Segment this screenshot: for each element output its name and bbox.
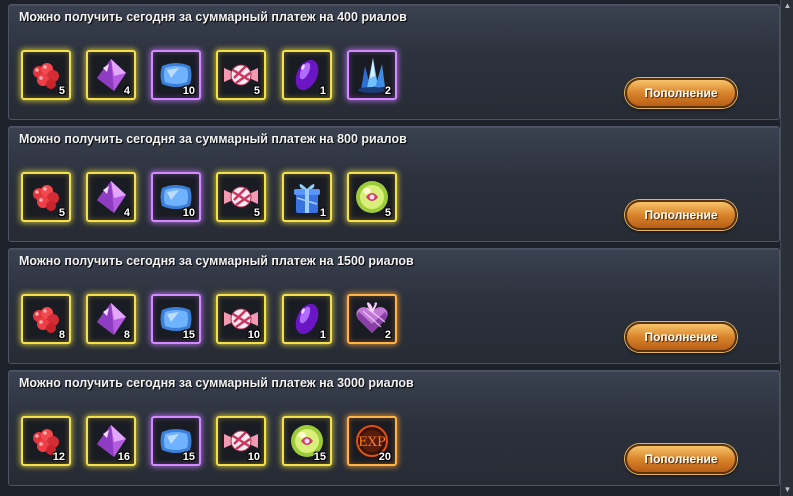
- item-quantity: 12: [52, 451, 65, 463]
- reward-tier: Можно получить сегодня за суммарный плат…: [8, 126, 780, 242]
- item-quantity: 15: [182, 451, 195, 463]
- reward-item-slot[interactable]: 8: [21, 294, 71, 344]
- top-up-button[interactable]: Пополнение: [625, 322, 737, 352]
- tier-title: Можно получить сегодня за суммарный плат…: [19, 254, 414, 268]
- reward-item-slot[interactable]: 1: [282, 50, 332, 100]
- item-quantity: 4: [123, 207, 130, 219]
- tier-title: Можно получить сегодня за суммарный плат…: [19, 10, 407, 24]
- exp-label: EXP: [358, 435, 386, 450]
- reward-item-slot[interactable]: 15: [151, 416, 201, 466]
- item-quantity: 4: [123, 85, 130, 97]
- item-quantity: 10: [182, 207, 195, 219]
- item-quantity: 2: [384, 85, 391, 97]
- item-quantity: 8: [123, 329, 130, 341]
- reward-item-slot[interactable]: 10: [216, 294, 266, 344]
- item-quantity: 5: [384, 207, 391, 219]
- reward-item-slot[interactable]: 1: [282, 172, 332, 222]
- reward-item-slot[interactable]: 5: [21, 50, 71, 100]
- item-quantity: 10: [247, 329, 260, 341]
- item-quantity: 8: [58, 329, 65, 341]
- item-quantity: 5: [253, 207, 260, 219]
- tier-title: Можно получить сегодня за суммарный плат…: [19, 132, 407, 146]
- reward-item-slot[interactable]: 10: [216, 416, 266, 466]
- reward-item-slot[interactable]: 12: [21, 416, 71, 466]
- reward-item-slot[interactable]: 10: [151, 50, 201, 100]
- reward-item-slot[interactable]: 4: [86, 172, 136, 222]
- item-quantity: 2: [384, 329, 391, 341]
- scrollbar[interactable]: ▲ ▼: [780, 0, 793, 496]
- reward-tier: Можно получить сегодня за суммарный плат…: [8, 248, 780, 364]
- reward-tier-list: Можно получить сегодня за суммарный плат…: [0, 0, 780, 496]
- item-quantity: 1: [319, 329, 326, 341]
- reward-tier: Можно получить сегодня за суммарный плат…: [8, 370, 780, 486]
- reward-item-slot[interactable]: 8: [86, 294, 136, 344]
- reward-item-slot[interactable]: 4: [86, 50, 136, 100]
- item-quantity: 1: [319, 85, 326, 97]
- top-up-button[interactable]: Пополнение: [625, 444, 737, 474]
- reward-item-slot[interactable]: 2: [347, 294, 397, 344]
- reward-item-slot[interactable]: 10: [151, 172, 201, 222]
- item-quantity: 16: [117, 451, 130, 463]
- item-quantity: 5: [58, 85, 65, 97]
- reward-item-slot[interactable]: 5: [21, 172, 71, 222]
- item-quantity: 20: [378, 451, 391, 463]
- item-quantity: 5: [253, 85, 260, 97]
- item-quantity: 10: [182, 85, 195, 97]
- reward-item-slot[interactable]: 1: [282, 294, 332, 344]
- scroll-down-arrow-icon[interactable]: ▼: [781, 484, 793, 496]
- reward-tier: Можно получить сегодня за суммарный плат…: [8, 4, 780, 120]
- item-quantity: 15: [182, 329, 195, 341]
- item-quantity: 15: [313, 451, 326, 463]
- item-quantity: 5: [58, 207, 65, 219]
- reward-item-slot[interactable]: 5: [216, 50, 266, 100]
- item-quantity: 10: [247, 451, 260, 463]
- top-up-button[interactable]: Пополнение: [625, 78, 737, 108]
- item-quantity: 1: [319, 207, 326, 219]
- reward-item-slot[interactable]: 15: [282, 416, 332, 466]
- reward-item-slot[interactable]: EXP 20: [347, 416, 397, 466]
- reward-item-slot[interactable]: 15: [151, 294, 201, 344]
- reward-item-slot[interactable]: 5: [216, 172, 266, 222]
- reward-item-slot[interactable]: 5: [347, 172, 397, 222]
- scroll-up-arrow-icon[interactable]: ▲: [781, 0, 793, 12]
- reward-item-slot[interactable]: 16: [86, 416, 136, 466]
- reward-item-slot[interactable]: 2: [347, 50, 397, 100]
- tier-title: Можно получить сегодня за суммарный плат…: [19, 376, 414, 390]
- top-up-button[interactable]: Пополнение: [625, 200, 737, 230]
